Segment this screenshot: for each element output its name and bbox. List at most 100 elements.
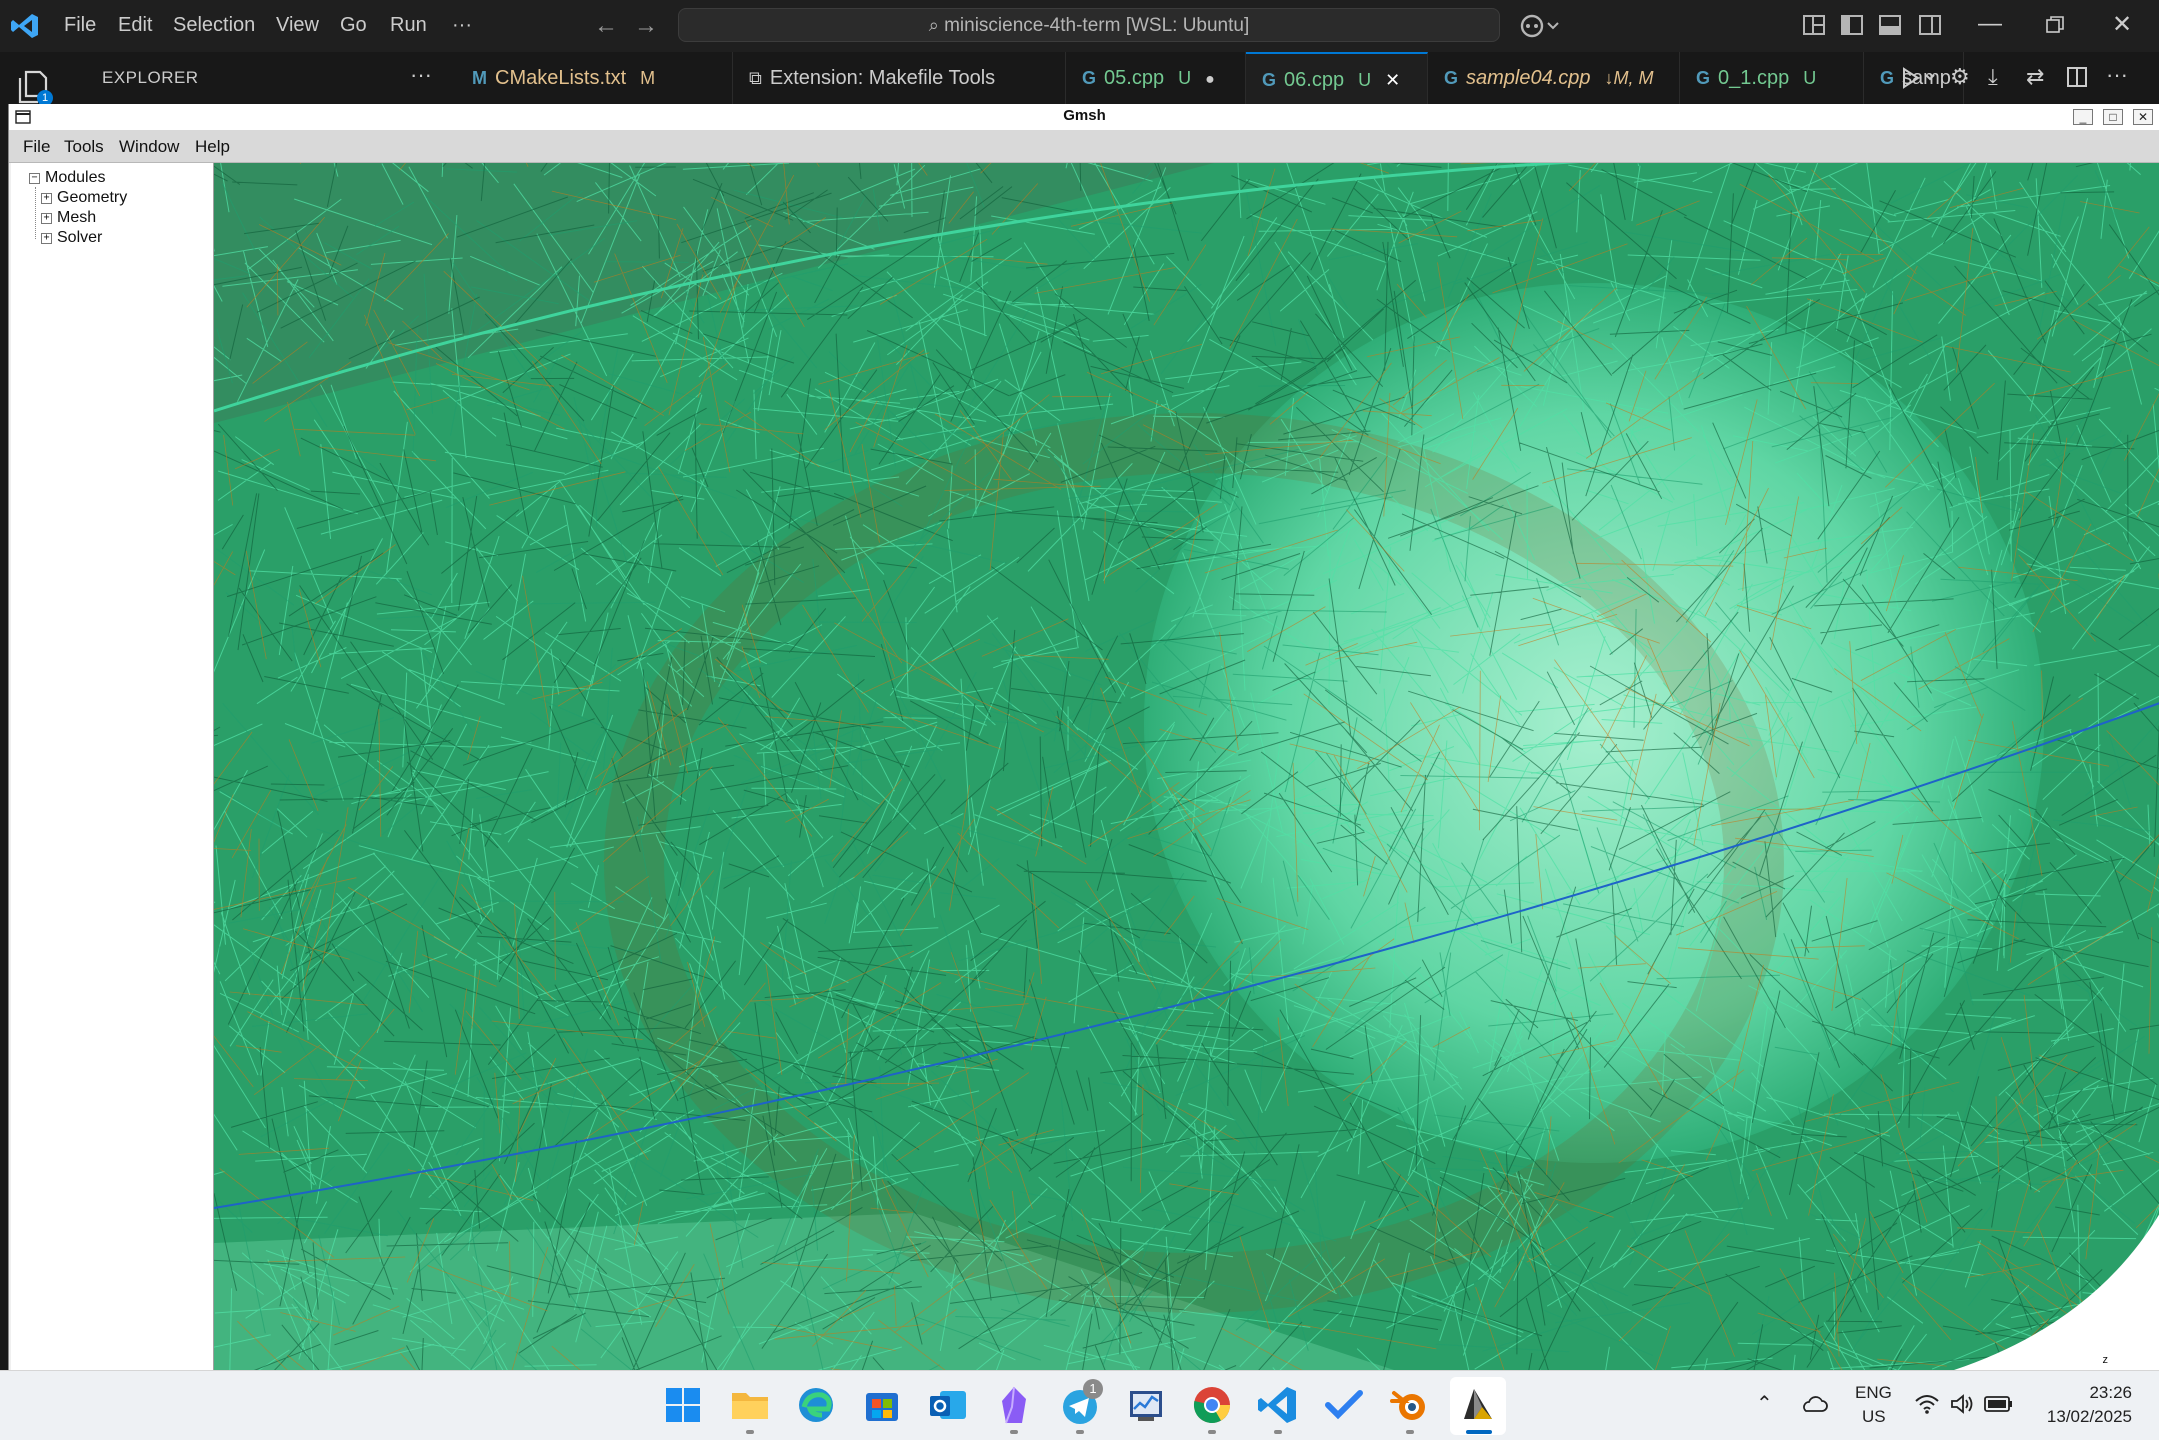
- editor-tab-strip: EXPLORER ··· M CMakeLists.txt M ⧉ Extension…: [70, 52, 2159, 105]
- cpp-file-icon: G: [1082, 68, 1097, 88]
- running-indicator: [1208, 1430, 1216, 1434]
- gmsh-icon[interactable]: [1456, 1383, 1500, 1427]
- extension-icon: ⧉: [749, 68, 762, 88]
- tab-05-cpp[interactable]: G 05.cpp U ●: [1066, 52, 1246, 104]
- menu-view[interactable]: View: [276, 14, 319, 37]
- expand-icon[interactable]: +: [41, 213, 52, 224]
- obsidian-icon[interactable]: [992, 1383, 1036, 1427]
- close-tab-icon[interactable]: ✕: [1385, 70, 1400, 90]
- more-actions-icon[interactable]: ···: [2106, 62, 2128, 88]
- show-hidden-icons-icon[interactable]: ⌃: [1756, 1391, 1773, 1416]
- tree-guide-line: [35, 187, 37, 239]
- customize-layout-icon[interactable]: [1802, 13, 1826, 37]
- minimize-icon[interactable]: —: [1978, 10, 2002, 38]
- toggle-panel-icon[interactable]: [1878, 13, 1902, 37]
- run-debug-icon[interactable]: [1900, 66, 1940, 90]
- tab-status: U: [1803, 68, 1817, 88]
- running-indicator: [1406, 1430, 1414, 1434]
- menu-selection[interactable]: Selection: [173, 14, 255, 37]
- tab-status: ↓M, M: [1604, 68, 1654, 88]
- unsaved-dot-icon: ●: [1205, 71, 1215, 88]
- language-indicator-line1[interactable]: ENG: [1855, 1383, 1892, 1403]
- tab-label: sample04.cpp: [1466, 67, 1591, 89]
- file-explorer-icon[interactable]: [728, 1383, 772, 1427]
- cpp-file-icon: G: [1696, 68, 1711, 88]
- split-editor-icon[interactable]: [2066, 66, 2088, 88]
- clock-date[interactable]: 13/02/2025: [2028, 1407, 2132, 1427]
- blender-icon[interactable]: [1388, 1383, 1432, 1427]
- source-control-compare-icon[interactable]: ⇄: [2026, 64, 2044, 90]
- gmsh-titlebar: Gmsh _ □ ✕: [9, 104, 2159, 131]
- tab-label: 0_1.cpp: [1718, 67, 1790, 89]
- menu-go[interactable]: Go: [340, 14, 367, 37]
- markdown-file-icon: M: [472, 68, 487, 88]
- gmsh-menu-tools[interactable]: Tools: [64, 137, 104, 157]
- running-indicator: [1010, 1430, 1018, 1434]
- tab-extension-makefile-tools[interactable]: ⧉ Extension: Makefile Tools: [733, 52, 1066, 104]
- restore-icon[interactable]: [2046, 16, 2064, 34]
- tab-06-cpp[interactable]: G 06.cpp U ✕: [1246, 52, 1428, 104]
- mesh-render: [214, 163, 2159, 1370]
- gmsh-3d-viewport[interactable]: z: [214, 163, 2159, 1370]
- chrome-icon[interactable]: [1190, 1383, 1234, 1427]
- menu-more[interactable]: ···: [452, 14, 472, 37]
- expand-icon[interactable]: +: [41, 233, 52, 244]
- outlook-icon[interactable]: [926, 1383, 970, 1427]
- menu-run[interactable]: Run: [390, 14, 427, 37]
- explorer-more-icon[interactable]: ···: [410, 62, 432, 88]
- tree-label: Geometry: [57, 189, 128, 206]
- tab-0-1-cpp[interactable]: G 0_1.cpp U: [1680, 52, 1864, 104]
- forward-arrow-icon[interactable]: →: [634, 12, 658, 40]
- clock-time[interactable]: 23:26: [2062, 1383, 2132, 1403]
- search-icon: ⌕: [928, 15, 939, 35]
- gmsh-window-title: Gmsh: [1063, 107, 1106, 124]
- todo-icon[interactable]: [1322, 1383, 1366, 1427]
- gmsh-menu-window[interactable]: Window: [119, 137, 179, 157]
- gmsh-menu-file[interactable]: File: [23, 137, 50, 157]
- tree-label: Mesh: [57, 209, 97, 226]
- collapse-icon[interactable]: −: [29, 173, 40, 184]
- tab-status: U: [1358, 70, 1372, 90]
- menu-edit[interactable]: Edit: [118, 14, 152, 37]
- download-icon[interactable]: ⤓: [1988, 64, 1998, 90]
- running-indicator: [1076, 1430, 1084, 1434]
- gmsh-menu-help[interactable]: Help: [195, 137, 230, 157]
- store-icon[interactable]: [860, 1383, 904, 1427]
- close-window-icon[interactable]: ✕: [2112, 10, 2132, 39]
- vscode-icon[interactable]: [1256, 1383, 1300, 1427]
- gmsh-minimize-icon[interactable]: _: [2073, 109, 2093, 125]
- gmsh-close-icon[interactable]: ✕: [2133, 109, 2153, 125]
- telegram-badge: 1: [1083, 1379, 1103, 1399]
- gmsh-maximize-icon[interactable]: □: [2103, 109, 2123, 125]
- taskmanager-icon[interactable]: [1124, 1383, 1168, 1427]
- axis-label-z: z: [2102, 1354, 2109, 1366]
- active-indicator: [1466, 1430, 1492, 1434]
- tab-label: 05.cpp: [1104, 67, 1165, 89]
- start-icon[interactable]: [661, 1383, 705, 1427]
- menu-file[interactable]: File: [64, 14, 96, 37]
- command-center-search[interactable]: ⌕ miniscience-4th-term [WSL: Ubuntu]: [678, 8, 1500, 42]
- tab-sample04-cpp[interactable]: Gsample04.cpp ↓M, M: [1428, 52, 1680, 104]
- copilot-icon[interactable]: [1518, 12, 1562, 40]
- back-arrow-icon[interactable]: ←: [594, 12, 618, 40]
- tab-cmakelists[interactable]: M CMakeLists.txt M: [456, 52, 733, 104]
- tab-label: CMakeLists.txt: [495, 67, 627, 89]
- settings-gear-icon[interactable]: ⚙: [1950, 64, 1970, 90]
- toggle-sidebar-icon[interactable]: [1840, 13, 1864, 37]
- cpp-file-icon: G: [1444, 68, 1459, 88]
- onedrive-cloud-icon[interactable]: [1800, 1393, 1828, 1415]
- tab-label: 06.cpp: [1284, 69, 1345, 91]
- language-indicator-line2[interactable]: US: [1862, 1407, 1886, 1427]
- vscode-titlebar: File Edit Selection View Go Run ··· ← → …: [0, 0, 2159, 52]
- expand-icon[interactable]: +: [41, 193, 52, 204]
- wifi-icon[interactable]: [1914, 1393, 1940, 1415]
- tab-status: U: [1178, 68, 1192, 88]
- modules-tree: − Modules + Geometry + Mesh + Solver: [11, 163, 215, 1370]
- toggle-secondary-sidebar-icon[interactable]: [1918, 13, 1942, 37]
- running-indicator: [1274, 1430, 1282, 1434]
- mesh-cylinder-hole: [1144, 283, 2044, 1163]
- cpp-file-icon: G: [1880, 68, 1895, 88]
- edge-icon[interactable]: [794, 1383, 838, 1427]
- volume-icon[interactable]: [1950, 1393, 1974, 1415]
- battery-icon[interactable]: [1984, 1395, 2014, 1413]
